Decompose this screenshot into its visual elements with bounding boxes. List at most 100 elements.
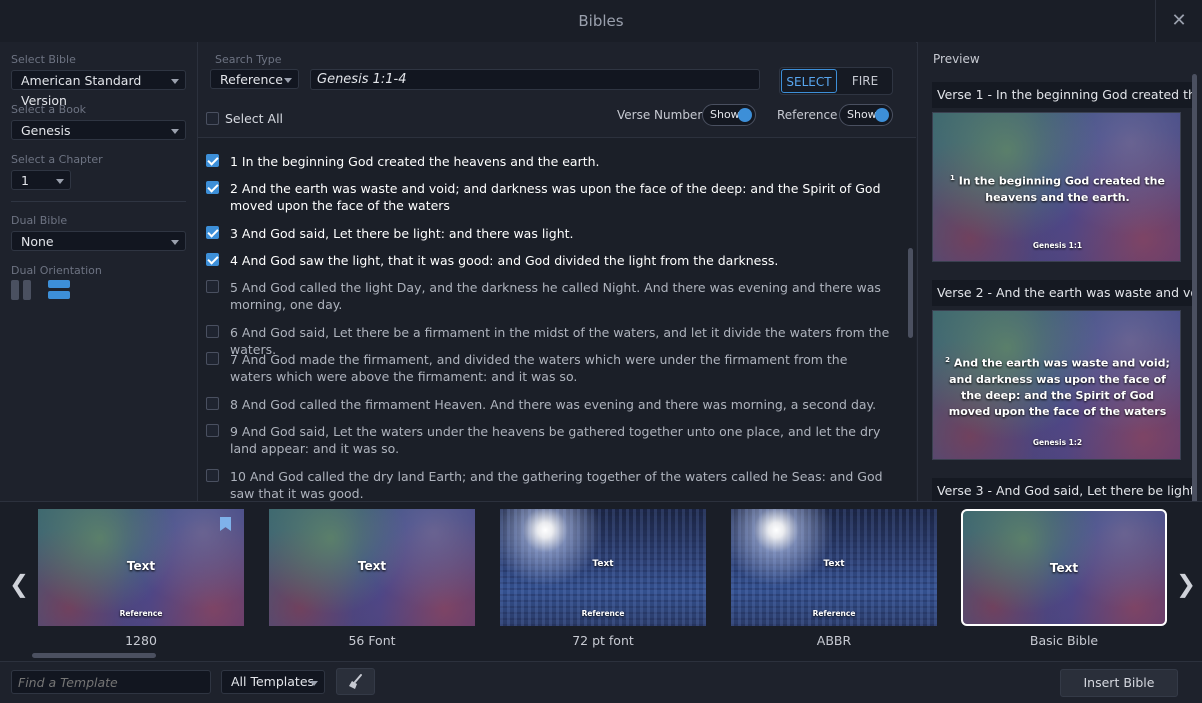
template-text: Text xyxy=(1049,561,1079,575)
side-by-side-layout-icon[interactable] xyxy=(11,280,31,300)
template-filter-value: All Templates xyxy=(231,674,315,689)
template-strip: ❮ Text Reference 1280 Text 56 Font Text Refere… xyxy=(0,501,1202,662)
template-thumbnail[interactable]: Text xyxy=(269,509,475,626)
toggle-knob xyxy=(875,108,889,122)
verse-checkbox[interactable] xyxy=(206,280,219,293)
verse-panel: Search Type Reference Genesis 1:1-4 SELE… xyxy=(198,42,916,502)
select-mode-button[interactable]: SELECT xyxy=(781,69,837,93)
search-type-value: Reference xyxy=(220,72,283,87)
verse-checkbox[interactable] xyxy=(206,325,219,338)
verse-checkbox[interactable] xyxy=(206,181,219,194)
template-filter-dropdown[interactable]: All Templates xyxy=(221,670,325,694)
mode-toggle: SELECT FIRE xyxy=(779,67,893,95)
verse-text: 5 And God called the light Day, and the … xyxy=(230,280,881,312)
bookmark-icon[interactable] xyxy=(220,517,231,531)
dialog-title: Bibles xyxy=(578,12,624,30)
select-all-checkbox[interactable]: Select All xyxy=(206,111,306,127)
verse-number-toggle[interactable]: Show xyxy=(702,104,756,126)
bottom-bar: All Templates Insert Bible xyxy=(0,661,1202,703)
template-thumbnail[interactable]: Text xyxy=(961,509,1167,626)
verse-checkbox[interactable] xyxy=(206,253,219,266)
insert-bible-button[interactable]: Insert Bible xyxy=(1060,669,1178,697)
bibles-dialog: Bibles ✕ Select Bible American Standard … xyxy=(0,0,1202,703)
template-reference: Reference xyxy=(812,609,856,618)
template-text: Text xyxy=(823,559,845,569)
verse-text: 1 In the beginning God created the heave… xyxy=(230,154,600,169)
verse-checkbox[interactable] xyxy=(206,154,219,167)
template-name: Basic Bible xyxy=(1029,633,1099,648)
dual-bible-value: None xyxy=(21,234,54,249)
verse-text: 3 And God said, Let there be light: and … xyxy=(230,226,574,241)
select-book-dropdown[interactable]: Genesis xyxy=(11,120,186,140)
close-icon[interactable]: ✕ xyxy=(1171,10,1186,31)
divider xyxy=(11,201,186,202)
verse-checkbox[interactable] xyxy=(206,397,219,410)
dual-bible-label: Dual Bible xyxy=(11,214,68,227)
bible-options-panel: Select Bible American Standard Version S… xyxy=(0,42,198,501)
template-scrollbar[interactable] xyxy=(32,653,156,658)
search-type-label: Search Type xyxy=(215,53,282,66)
verse-checkbox[interactable] xyxy=(206,469,219,482)
template-name: 72 pt font xyxy=(572,633,634,648)
chevron-down-icon xyxy=(284,78,292,83)
template-text: Text xyxy=(357,559,387,573)
verse-list: 1 In the beginning God created the heave… xyxy=(198,137,916,502)
chevron-right-icon[interactable]: ❯ xyxy=(1176,570,1196,598)
verse-checkbox[interactable] xyxy=(206,424,219,437)
toggle-knob xyxy=(738,108,752,122)
fire-mode-button[interactable]: FIRE xyxy=(838,69,892,93)
chevron-down-icon xyxy=(310,681,318,686)
reference-toggle[interactable]: Show xyxy=(839,104,893,126)
template-text: Text xyxy=(126,559,156,573)
verse-list-scrollbar[interactable] xyxy=(908,248,913,338)
chevron-down-icon xyxy=(171,129,179,134)
preview-slide[interactable]: 1 In the beginning God created the heave… xyxy=(932,112,1181,262)
dual-bible-dropdown[interactable]: None xyxy=(11,231,186,251)
template-reference: Reference xyxy=(119,609,163,618)
chevron-left-icon[interactable]: ❮ xyxy=(9,570,29,598)
search-type-dropdown[interactable]: Reference xyxy=(210,69,299,89)
select-chapter-label: Select a Chapter xyxy=(11,153,103,166)
search-input[interactable]: Genesis 1:1-4 xyxy=(310,69,760,90)
select-all-label: Select All xyxy=(225,111,284,126)
select-book-label: Select a Book xyxy=(11,103,87,116)
verse-text: 9 And God said, Let the waters under the… xyxy=(230,424,881,456)
select-book-value: Genesis xyxy=(21,123,71,138)
select-chapter-dropdown[interactable]: 1 xyxy=(11,170,71,190)
broom-icon xyxy=(348,674,362,689)
template-name: 1280 xyxy=(125,633,157,648)
preview-slide-reference: Genesis 1:2 xyxy=(1032,438,1083,447)
preview-item-header: Verse 3 - And God said, Let there be lig… xyxy=(932,478,1196,501)
template-reference: Reference xyxy=(581,609,625,618)
verse-text: 7 And God made the firmament, and divide… xyxy=(230,352,848,384)
chevron-down-icon xyxy=(171,240,179,245)
preview-panel: Preview Verse 1 - In the beginning God c… xyxy=(917,42,1202,504)
template-thumbnail[interactable]: Text Reference xyxy=(38,509,244,626)
preview-item-header: Verse 1 - In the beginning God created t… xyxy=(932,82,1196,108)
stacked-layout-icon[interactable] xyxy=(48,280,70,300)
title-bar: Bibles ✕ xyxy=(0,0,1202,43)
template-thumbnail[interactable]: Text Reference xyxy=(731,509,937,626)
clean-button[interactable] xyxy=(336,668,375,695)
verse-checkbox[interactable] xyxy=(206,352,219,365)
reference-toggle-label: Show xyxy=(847,108,877,121)
preview-slide-reference: Genesis 1:1 xyxy=(1032,241,1083,250)
close-button[interactable]: ✕ xyxy=(1155,0,1202,42)
find-template-input[interactable] xyxy=(11,670,211,694)
template-thumbnail[interactable]: Text Reference xyxy=(500,509,706,626)
preview-scrollbar[interactable] xyxy=(1192,74,1197,504)
template-name: ABBR xyxy=(816,633,852,648)
chevron-down-icon xyxy=(171,79,179,84)
verse-checkbox[interactable] xyxy=(206,226,219,239)
select-bible-label: Select Bible xyxy=(11,53,76,66)
select-chapter-value: 1 xyxy=(21,173,29,188)
verse-text: 8 And God called the firmament Heaven. A… xyxy=(230,397,877,412)
preview-slide[interactable]: 2 And the earth was waste and void; and … xyxy=(932,310,1181,460)
template-name: 56 Font xyxy=(348,633,396,648)
checkbox-icon[interactable] xyxy=(206,112,219,125)
preview-label: Preview xyxy=(933,52,980,66)
verse-text: 4 And God saw the light, that it was goo… xyxy=(230,253,779,268)
template-text: Text xyxy=(592,559,614,569)
preview-item-header: Verse 2 - And the earth was waste and vo… xyxy=(932,280,1196,306)
select-bible-dropdown[interactable]: American Standard Version xyxy=(11,70,186,108)
